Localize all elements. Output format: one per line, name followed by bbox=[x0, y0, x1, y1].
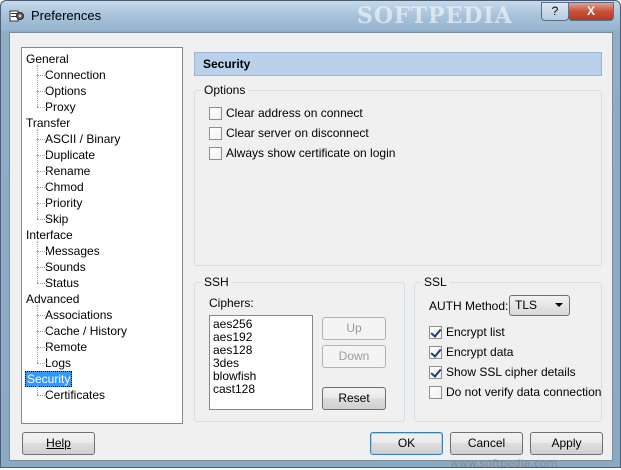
ok-button[interactable]: OK bbox=[370, 432, 443, 455]
checkbox-label: Encrypt list bbox=[446, 325, 505, 339]
tree-connector bbox=[37, 171, 47, 172]
checkbox-box[interactable] bbox=[429, 325, 442, 339]
tree-item-ascii-binary[interactable]: ASCII / Binary bbox=[44, 131, 121, 147]
checkbox-box[interactable] bbox=[429, 365, 442, 379]
tree-connector bbox=[37, 75, 47, 76]
checkbox-label: Always show certificate on login bbox=[226, 146, 396, 160]
section-header: Security bbox=[194, 52, 602, 76]
title-help-button[interactable]: ? bbox=[541, 2, 569, 21]
tree-connector bbox=[37, 385, 38, 395]
list-item[interactable]: cast128 bbox=[213, 383, 309, 396]
tree-connector bbox=[37, 155, 47, 156]
tree-connector bbox=[37, 187, 47, 188]
category-tree[interactable]: General Connection Options Proxy Transfer ASC… bbox=[21, 47, 183, 424]
tree-connector bbox=[37, 305, 38, 363]
apply-button-label: Apply bbox=[551, 436, 582, 450]
footer-watermark: www.softpedia.com bbox=[450, 457, 558, 470]
ssl-group-title: SSL bbox=[421, 275, 450, 289]
chevron-down-icon bbox=[555, 303, 563, 307]
down-button[interactable]: Down bbox=[322, 345, 386, 368]
tree-item-status[interactable]: Status bbox=[44, 275, 80, 291]
checkbox-box[interactable] bbox=[209, 126, 222, 140]
ok-button-label: OK bbox=[397, 436, 416, 450]
tree-item-general[interactable]: General bbox=[25, 51, 70, 67]
help-button-label: Help bbox=[46, 436, 71, 450]
checkbox-box[interactable] bbox=[209, 106, 222, 120]
checkbox-label: Encrypt data bbox=[446, 345, 514, 359]
checkbox-box[interactable] bbox=[209, 146, 222, 160]
tree-item-sounds[interactable]: Sounds bbox=[44, 259, 87, 275]
options-group-title: Options bbox=[201, 83, 249, 97]
tree-connector bbox=[37, 65, 38, 107]
tree-item-remote[interactable]: Remote bbox=[44, 339, 88, 355]
checkbox-label: Clear address on connect bbox=[226, 106, 363, 120]
checkbox-show-ssl-cipher[interactable]: Show SSL cipher details bbox=[429, 365, 576, 379]
tree-item-associations[interactable]: Associations bbox=[44, 307, 113, 323]
cancel-button[interactable]: Cancel bbox=[450, 432, 523, 455]
tree-connector bbox=[37, 251, 47, 252]
checkbox-box[interactable] bbox=[429, 345, 442, 359]
tree-item-rename[interactable]: Rename bbox=[44, 163, 91, 179]
tree-connector bbox=[37, 331, 47, 332]
ciphers-list[interactable]: aes256 aes192 aes128 3des blowfish cast1… bbox=[209, 315, 313, 410]
checkbox-label: Clear server on disconnect bbox=[226, 126, 369, 140]
tree-connector bbox=[37, 347, 47, 348]
close-button[interactable]: X bbox=[568, 2, 614, 21]
tree-connector bbox=[37, 241, 38, 283]
checkbox-always-show-certificate[interactable]: Always show certificate on login bbox=[209, 146, 395, 160]
tree-item-interface[interactable]: Interface bbox=[25, 227, 74, 243]
auth-method-value: TLS bbox=[515, 298, 538, 312]
tree-connector bbox=[37, 203, 47, 204]
watermark-logo: SOFTPEDIA bbox=[357, 3, 513, 29]
auth-method-label: AUTH Method: bbox=[429, 299, 509, 313]
tree-item-proxy[interactable]: Proxy bbox=[44, 99, 77, 115]
reset-button[interactable]: Reset bbox=[322, 387, 386, 410]
checkbox-box[interactable] bbox=[429, 385, 442, 399]
tree-connector bbox=[37, 267, 47, 268]
ssh-group-title: SSH bbox=[201, 275, 232, 289]
tree-item-skip[interactable]: Skip bbox=[44, 211, 69, 227]
up-button[interactable]: Up bbox=[322, 317, 386, 340]
preferences-window: Preferences SOFTPEDIA ? X General Connect… bbox=[0, 0, 621, 470]
options-group: Options Clear address on connect Clear s… bbox=[194, 83, 602, 266]
tree-connector bbox=[37, 129, 38, 219]
tree-connector bbox=[37, 219, 47, 220]
tree-item-connection[interactable]: Connection bbox=[44, 67, 107, 83]
tree-item-cache-history[interactable]: Cache / History bbox=[44, 323, 128, 339]
tree-connector bbox=[37, 139, 47, 140]
tree-item-transfer[interactable]: Transfer bbox=[25, 115, 71, 131]
checkbox-clear-address[interactable]: Clear address on connect bbox=[209, 106, 363, 120]
tree-connector bbox=[37, 91, 47, 92]
preferences-app-icon bbox=[9, 10, 24, 22]
window-title: Preferences bbox=[31, 8, 102, 23]
checkbox-clear-server[interactable]: Clear server on disconnect bbox=[209, 126, 369, 140]
auth-method-select[interactable]: TLS bbox=[509, 295, 570, 316]
tree-connector bbox=[37, 283, 47, 284]
tree-item-messages[interactable]: Messages bbox=[44, 243, 101, 259]
dialog-body: General Connection Options Proxy Transfer ASC… bbox=[9, 32, 613, 470]
tree-item-chmod[interactable]: Chmod bbox=[44, 179, 85, 195]
checkbox-encrypt-data[interactable]: Encrypt data bbox=[429, 345, 513, 359]
cancel-button-label: Cancel bbox=[467, 436, 506, 450]
tree-connector bbox=[37, 363, 47, 364]
help-button[interactable]: Help bbox=[22, 432, 95, 455]
tree-item-certificates[interactable]: Certificates bbox=[44, 387, 106, 403]
tree-item-options[interactable]: Options bbox=[44, 83, 87, 99]
checkbox-label: Show SSL cipher details bbox=[446, 365, 576, 379]
tree-item-security[interactable]: Security bbox=[25, 371, 73, 387]
tree-item-logs[interactable]: Logs bbox=[44, 355, 72, 371]
tree-item-duplicate[interactable]: Duplicate bbox=[44, 147, 96, 163]
tree-item-priority[interactable]: Priority bbox=[44, 195, 83, 211]
checkbox-label: Do not verify data connection bbox=[446, 385, 602, 399]
title-bar[interactable]: Preferences SOFTPEDIA ? X bbox=[1, 1, 620, 31]
tree-item-advanced[interactable]: Advanced bbox=[25, 291, 80, 307]
tree-connector bbox=[37, 107, 47, 108]
apply-button[interactable]: Apply bbox=[530, 432, 603, 455]
checkbox-do-not-verify[interactable]: Do not verify data connection bbox=[429, 385, 601, 399]
tree-connector bbox=[37, 395, 47, 396]
ciphers-label: Ciphers: bbox=[209, 296, 254, 310]
checkbox-encrypt-list[interactable]: Encrypt list bbox=[429, 325, 505, 339]
tree-connector bbox=[37, 315, 47, 316]
